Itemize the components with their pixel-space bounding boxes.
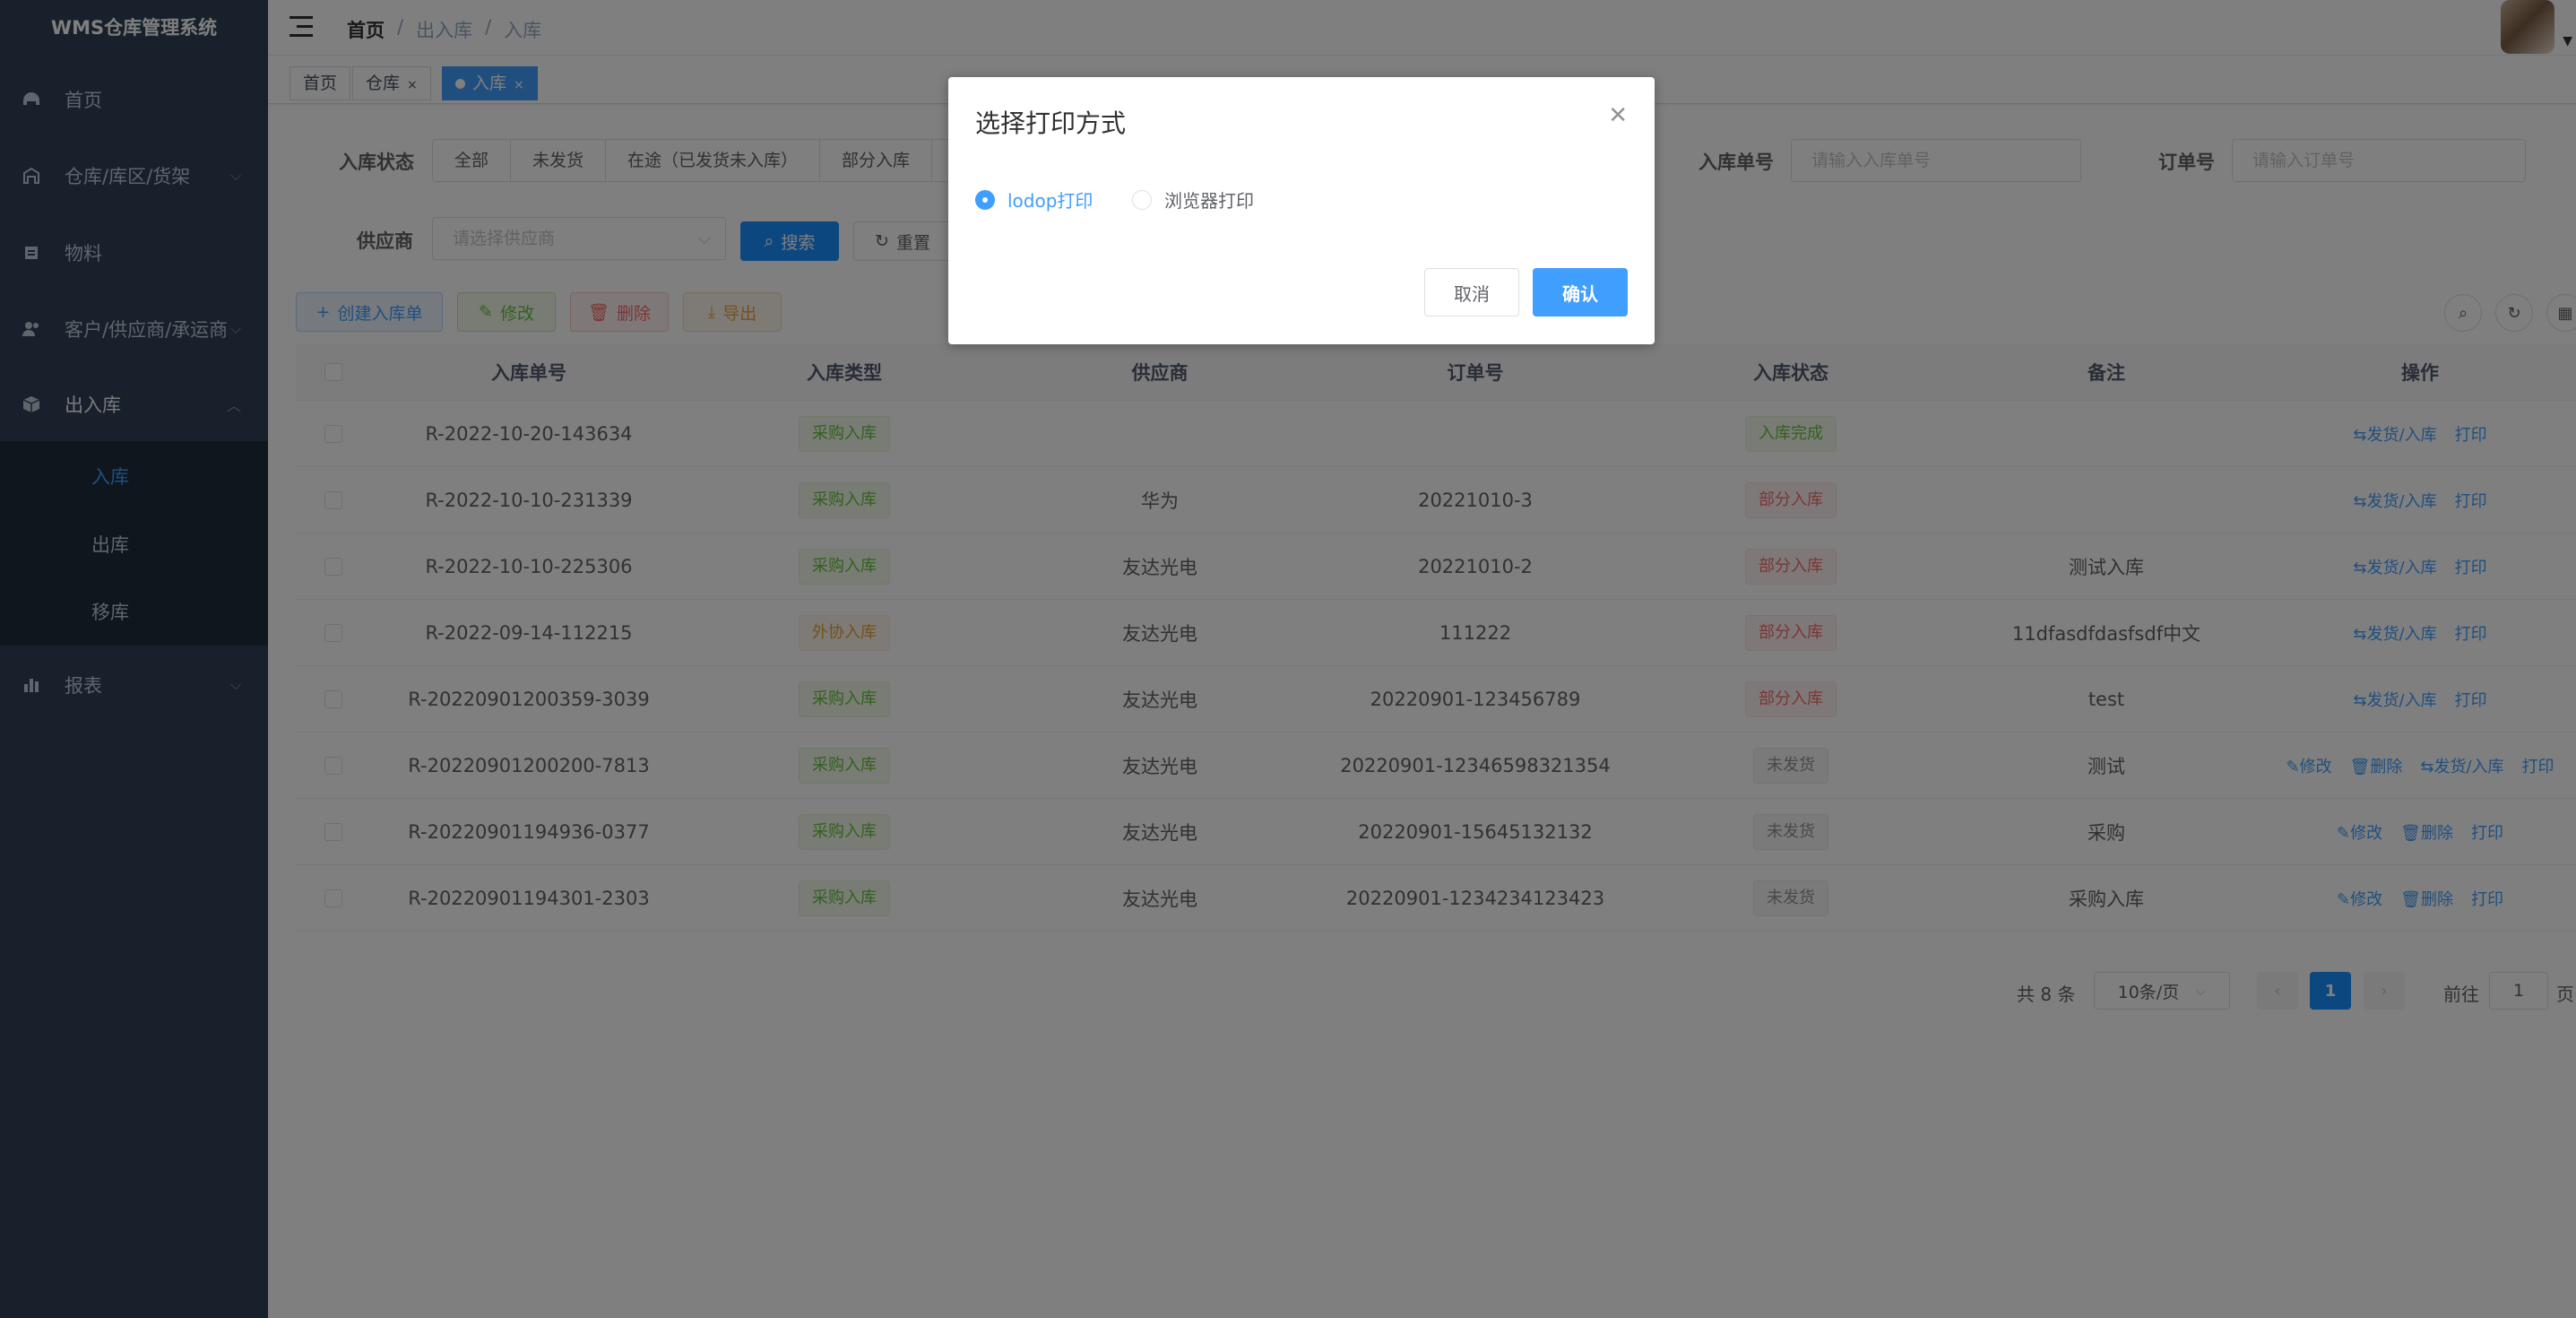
dialog-title: 选择打印方式 [975, 108, 1127, 138]
radio-label: 浏览器打印 [1164, 190, 1254, 212]
radio-lodop[interactable]: lodop打印 [975, 186, 1093, 212]
radio-checked-icon [975, 189, 995, 210]
radio-browser[interactable]: 浏览器打印 [1132, 186, 1254, 212]
print-method-dialog: 选择打印方式 ✕ lodop打印 浏览器打印 取消 确认 [948, 77, 1655, 344]
radio-unchecked-icon [1132, 189, 1152, 210]
confirm-button[interactable]: 确认 [1533, 268, 1628, 316]
radio-label: lodop打印 [1007, 190, 1094, 212]
close-icon[interactable]: ✕ [1608, 102, 1628, 129]
cancel-button[interactable]: 取消 [1424, 268, 1519, 316]
